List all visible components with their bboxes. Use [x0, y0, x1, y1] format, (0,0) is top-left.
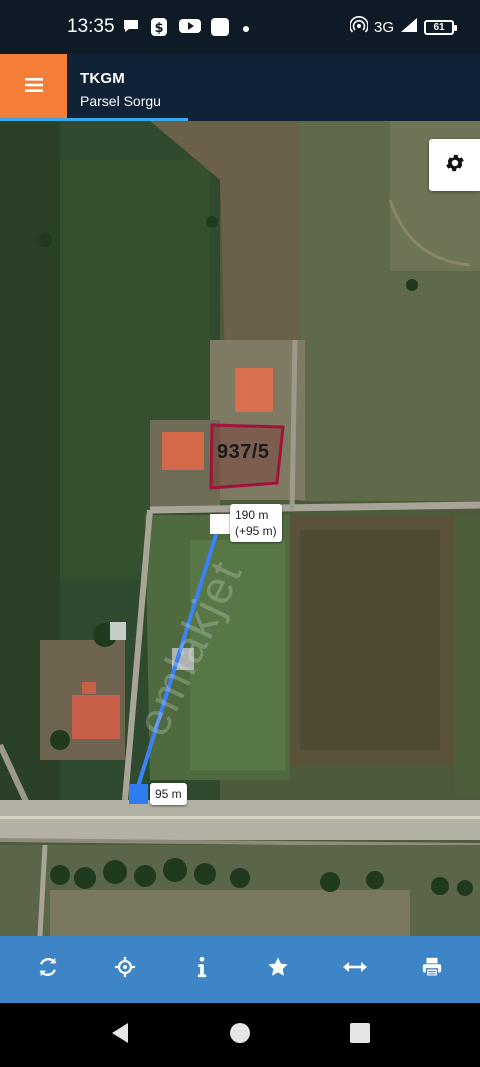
status-time: 13:35 — [67, 16, 115, 37]
signal-icon — [400, 17, 418, 37]
system-nav-bar — [0, 1003, 480, 1067]
gear-icon — [444, 152, 466, 179]
recents-icon — [349, 1022, 371, 1049]
youtube-icon — [179, 17, 201, 37]
status-indicators: 3G 61 — [349, 16, 457, 38]
home-button[interactable] — [226, 1021, 254, 1049]
network-type: 3G — [373, 18, 394, 36]
header-titles: TKGM Parsel Sorgu — [80, 70, 161, 109]
measure-added-distance: (+95 m) — [235, 524, 277, 538]
measure-segment-label: 95 m — [150, 783, 187, 805]
app-square-icon — [210, 17, 230, 37]
hotspot-icon — [349, 16, 369, 38]
recents-button[interactable] — [346, 1021, 374, 1049]
bluetooth-s-icon: $ — [150, 17, 170, 37]
svg-text:$: $ — [154, 21, 163, 36]
chat-bubble-icon — [122, 17, 142, 37]
arrows-horizontal-icon — [342, 960, 367, 979]
page-title: TKGM — [80, 70, 125, 87]
settings-button[interactable] — [429, 139, 480, 191]
home-icon — [229, 1022, 251, 1049]
locate-button[interactable] — [100, 945, 150, 995]
crosshair-icon — [114, 956, 136, 983]
back-button[interactable] — [106, 1021, 134, 1049]
measure-total-label: 190 m (+95 m) — [230, 504, 282, 542]
battery-indicator: 61 — [424, 19, 457, 35]
parcel-label[interactable]: 937/5 — [217, 441, 270, 464]
app-header: TKGM Parsel Sorgu — [0, 54, 480, 121]
print-button[interactable] — [407, 945, 457, 995]
info-button[interactable] — [177, 945, 227, 995]
favorite-button[interactable] — [253, 945, 303, 995]
measure-total-distance: 190 m — [235, 508, 269, 522]
status-bar: 13:35 $ 3G 61 — [0, 0, 480, 54]
star-icon — [267, 956, 289, 983]
bottom-toolbar — [0, 936, 480, 1003]
back-icon — [110, 1022, 130, 1049]
info-icon — [196, 956, 208, 983]
hamburger-icon — [24, 78, 43, 97]
refresh-icon — [37, 956, 59, 983]
refresh-button[interactable] — [23, 945, 73, 995]
page-subtitle: Parsel Sorgu — [80, 93, 161, 109]
dot-icon — [242, 20, 262, 40]
printer-icon — [421, 956, 443, 983]
measure-button[interactable] — [330, 945, 380, 995]
menu-button[interactable] — [0, 54, 67, 121]
